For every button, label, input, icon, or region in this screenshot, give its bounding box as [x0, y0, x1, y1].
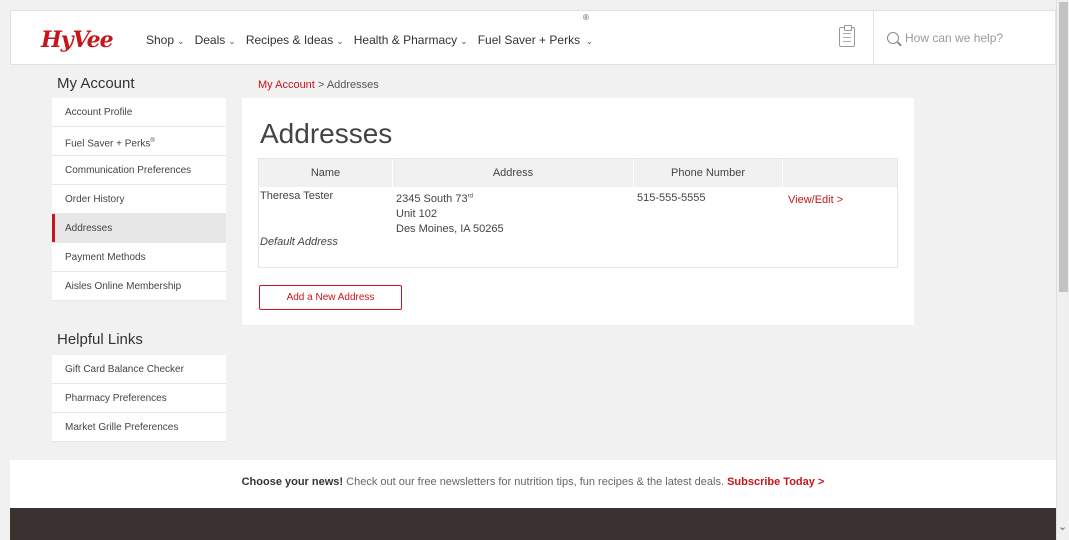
table-header: Name Address Phone Number [259, 159, 897, 187]
hyvee-logo[interactable]: HyVee [41, 27, 114, 53]
nav-health-pharmacy[interactable]: Health & Pharmacy ⌄ [354, 33, 468, 47]
helpful-links-heading: Helpful Links [57, 331, 143, 348]
breadcrumb: My Account > Addresses [258, 79, 379, 91]
newsletter-text: Choose your news! Check out our free new… [10, 476, 1056, 488]
addresses-card: Addresses Name Address Phone Number Ther… [242, 98, 914, 325]
sidebar-item-market-grille[interactable]: Market Grille Preferences [52, 413, 226, 442]
account-menu: Account Profile Fuel Saver + Perks® Comm… [52, 98, 226, 301]
sidebar-item-aisles-online[interactable]: Aisles Online Membership [52, 272, 226, 301]
ordinal-suffix: rd [467, 193, 473, 200]
nav-health-label: Health & Pharmacy [353, 33, 458, 47]
subscribe-link[interactable]: Subscribe Today > [727, 476, 824, 488]
newsletter-banner: Choose your news! Check out our free new… [10, 460, 1056, 508]
address-line-2: Unit 102 [396, 208, 437, 220]
address-line-1: 2345 South 73rd [396, 193, 473, 205]
registered-mark: ® [150, 138, 155, 144]
sidebar-item-addresses[interactable]: Addresses [52, 214, 226, 243]
address-line-1-text: 2345 South 73 [396, 193, 468, 205]
chevron-down-icon: ⌄ [228, 36, 236, 46]
registered-mark: ® [583, 13, 589, 22]
sidebar-item-label: Addresses [65, 223, 113, 234]
column-header-phone: Phone Number [671, 167, 745, 179]
sidebar-item-order-history[interactable]: Order History [52, 185, 226, 214]
view-edit-link[interactable]: View/Edit > [788, 194, 843, 206]
sidebar-item-label: Gift Card Balance Checker [65, 364, 184, 375]
page-margin [0, 0, 10, 540]
sidebar-item-label: Account Profile [65, 107, 133, 118]
page-title: Addresses [260, 118, 393, 149]
column-header-address: Address [492, 167, 534, 179]
nav-deals-label: Deals [194, 33, 226, 47]
nav-shop[interactable]: Shop ⌄ [146, 33, 185, 47]
column-header-name: Name [310, 167, 341, 179]
helpful-links-menu: Gift Card Balance Checker Pharmacy Prefe… [52, 355, 226, 442]
nav-recipes-label: Recipes & Ideas [245, 33, 334, 47]
sidebar-item-label: Pharmacy Preferences [65, 393, 167, 404]
sidebar-item-communication-preferences[interactable]: Communication Preferences [52, 156, 226, 185]
sidebar-item-label: Order History [65, 194, 125, 205]
sidebar-item-pharmacy-preferences[interactable]: Pharmacy Preferences [52, 384, 226, 413]
sidebar-item-fuel-saver[interactable]: Fuel Saver + Perks® [52, 127, 226, 156]
breadcrumb-my-account[interactable]: My Account [258, 79, 315, 91]
shopping-list-icon[interactable] [839, 25, 855, 47]
nav-fuel-saver[interactable]: Fuel Saver + Perks ⌄ [478, 33, 593, 47]
newsletter-body: Check out our free newsletters for nutri… [346, 476, 724, 488]
sidebar-item-label: Aisles Online Membership [65, 281, 182, 292]
chevron-down-icon: ⌄ [583, 36, 594, 46]
sidebar-item-gift-card[interactable]: Gift Card Balance Checker [52, 355, 226, 384]
sidebar-item-label: Communication Preferences [65, 165, 192, 176]
chevron-down-icon: ⌄ [460, 36, 468, 46]
chevron-down-icon[interactable]: ⌄ [1058, 520, 1067, 533]
scrollbar-thumb[interactable] [1059, 2, 1068, 292]
sidebar-item-account-profile[interactable]: Account Profile [52, 98, 226, 127]
search-icon[interactable] [887, 32, 899, 44]
chevron-down-icon: ⌄ [177, 36, 185, 46]
nav-shop-label: Shop [146, 33, 175, 47]
sidebar-item-payment-methods[interactable]: Payment Methods [52, 243, 226, 272]
sidebar-item-label: Payment Methods [65, 252, 146, 263]
default-address-label: Default Address [260, 236, 338, 248]
main-nav: Shop ⌄ Deals ⌄ Recipes & Ideas ⌄ Health & P… [146, 33, 603, 47]
nav-recipes[interactable]: Recipes & Ideas ⌄ [246, 33, 344, 47]
nav-deals[interactable]: Deals ⌄ [195, 33, 236, 47]
address-line-3: Des Moines, IA 50265 [396, 223, 504, 235]
add-new-address-button[interactable]: Add a New Address [259, 285, 402, 310]
column-divider [782, 159, 783, 187]
header-divider [873, 11, 874, 64]
page-scrollbar[interactable]: ⌄ [1056, 0, 1069, 540]
breadcrumb-current: Addresses [326, 79, 379, 91]
chevron-down-icon: ⌄ [336, 36, 344, 46]
nav-fuel-label: Fuel Saver + Perks [477, 33, 581, 47]
sidebar-item-label: Market Grille Preferences [65, 422, 179, 433]
breadcrumb-separator: > [317, 79, 325, 91]
newsletter-lead: Choose your news! [241, 476, 344, 488]
search-input[interactable] [905, 29, 1045, 47]
addresses-table: Name Address Phone Number Theresa Tester… [258, 158, 898, 268]
address-phone: 515-555-5555 [637, 192, 706, 204]
site-footer [10, 508, 1056, 540]
sidebar-item-label: Fuel Saver + Perks [65, 138, 151, 150]
address-name: Theresa Tester [260, 190, 334, 202]
site-header: HyVee Shop ⌄ Deals ⌄ Recipes & Ideas ⌄ Heal… [10, 10, 1056, 65]
my-account-heading: My Account [57, 75, 135, 92]
